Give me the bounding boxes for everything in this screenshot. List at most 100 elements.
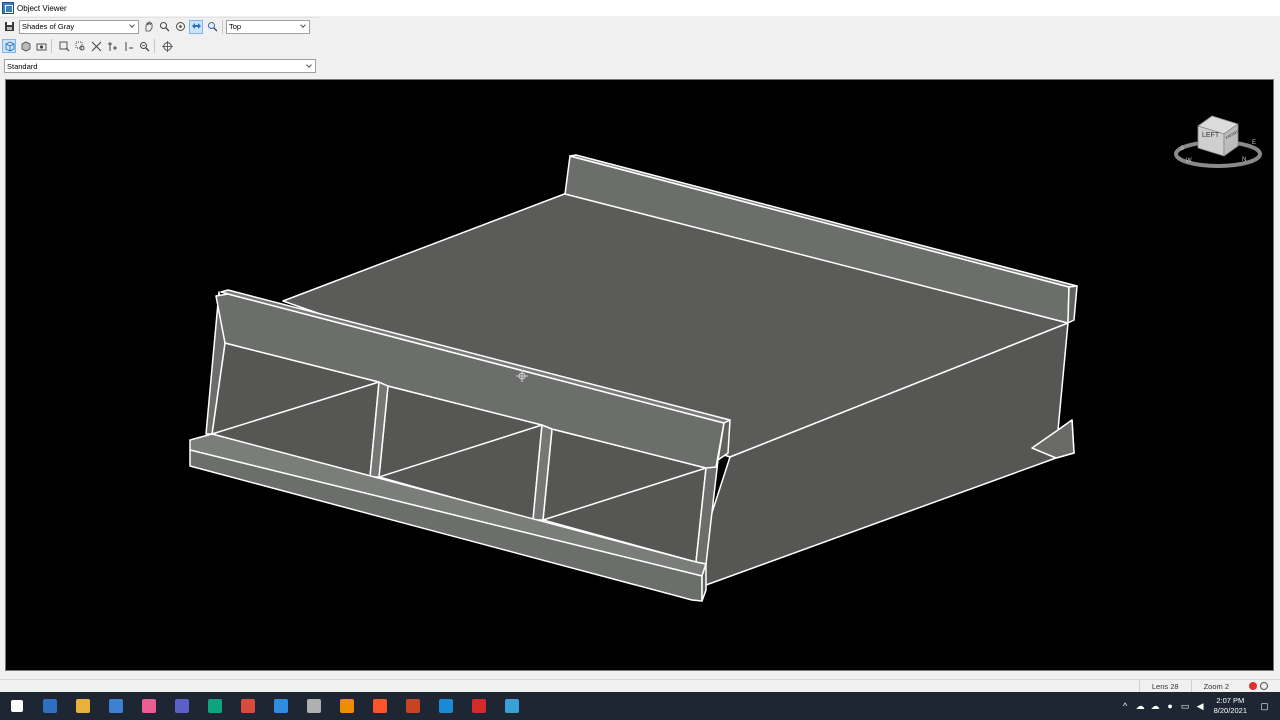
zoom-status: Zoom 2 [1190, 679, 1241, 693]
file-explorer-icon [75, 699, 90, 713]
ucs-select[interactable]: Standard [4, 59, 316, 73]
back-parapet-end [1067, 285, 1078, 324]
visual-style-select[interactable]: Shades of Gray [19, 19, 139, 34]
chevron-down-icon [129, 23, 136, 30]
visual-style-value: Shades of Gray [22, 22, 75, 31]
toolbar-row-1: Shades of Gray Top [0, 17, 320, 35]
zoom-extents-icon [59, 41, 69, 51]
powerpoint-icon [405, 699, 420, 713]
autocad-taskbar-button[interactable] [462, 692, 495, 720]
brave-taskbar-button[interactable] [363, 692, 396, 720]
zoom-realtime-icon [139, 41, 149, 51]
vlc-taskbar-button[interactable] [330, 692, 363, 720]
snowflake-icon [504, 699, 519, 713]
zoom-icon [159, 22, 169, 32]
edge-icon [438, 699, 453, 713]
taskbar-apps [0, 692, 528, 720]
wps-taskbar-button[interactable] [231, 692, 264, 720]
unity-icon [306, 699, 321, 713]
box-view-icon [5, 40, 14, 52]
object-viewer-app-icon [2, 2, 14, 14]
unity-taskbar-button[interactable] [297, 692, 330, 720]
ucs-value: Standard [7, 61, 38, 71]
teams-icon [174, 699, 189, 713]
zoom-out-button[interactable] [121, 39, 135, 53]
skype-taskbar-button[interactable] [264, 692, 297, 720]
viewcube[interactable]: LEFT FRONT S W N E [1172, 110, 1264, 172]
zoom-all-icon [91, 41, 101, 51]
pan-button[interactable] [141, 20, 155, 34]
orbit-button[interactable] [173, 20, 187, 34]
window-title: Object Viewer [17, 3, 67, 13]
volume-icon[interactable]: ◀ [1193, 692, 1208, 720]
camera-icon [36, 43, 46, 50]
store-taskbar-button[interactable] [99, 692, 132, 720]
zoom-in-icon [107, 41, 117, 51]
onedrive-icon[interactable]: ☁ [1133, 692, 1148, 720]
zoom-window-button[interactable] [205, 20, 219, 34]
3d-model [189, 154, 1078, 602]
chatgpt-icon [207, 699, 222, 713]
zoom-realtime-button[interactable] [137, 39, 151, 53]
itunes-icon [141, 699, 156, 713]
powerpoint-taskbar-button[interactable] [396, 692, 429, 720]
cloud-icon[interactable]: ☁ [1148, 692, 1163, 720]
chatgpt-taskbar-button[interactable] [198, 692, 231, 720]
chevron-down-icon [306, 63, 313, 70]
toolbar-separator [51, 39, 52, 53]
status-bar: Lens 28 Zoom 2 [0, 679, 1280, 693]
itunes-taskbar-button[interactable] [132, 692, 165, 720]
chevron-down-icon [300, 23, 307, 30]
toolbar-separator [222, 19, 223, 34]
news-taskbar-button[interactable] [33, 692, 66, 720]
snowflake-taskbar-button[interactable] [495, 692, 528, 720]
lens-status: Lens 28 [1138, 679, 1191, 693]
store-icon [108, 699, 123, 713]
microphone-icon[interactable]: ● [1163, 692, 1178, 720]
shade-icon [21, 41, 30, 51]
view-select[interactable]: Top [226, 19, 310, 34]
toolbar-separator [154, 39, 155, 53]
edge-taskbar-button[interactable] [429, 692, 462, 720]
notification-icon[interactable]: ▢ [1257, 692, 1272, 720]
pan-icon [145, 21, 152, 32]
title-bar: Object Viewer [0, 0, 1280, 16]
vlc-icon [339, 699, 354, 713]
box-view-button[interactable] [2, 39, 16, 53]
network-icon[interactable]: ▭ [1178, 692, 1193, 720]
teams-taskbar-button[interactable] [165, 692, 198, 720]
zoom-button[interactable] [157, 20, 171, 34]
windows-start-taskbar-button[interactable] [0, 692, 33, 720]
clock-time: 2:07 PM [1216, 696, 1245, 705]
compass-n-label: N [1242, 157, 1247, 163]
compass-e-label: E [1252, 140, 1257, 146]
crosshair-icon [161, 40, 173, 52]
3d-viewport[interactable]: LEFT FRONT S W N E [5, 79, 1274, 671]
file-explorer-taskbar-button[interactable] [66, 692, 99, 720]
save-icon [4, 22, 14, 31]
toolbar-row-2 [0, 37, 320, 55]
crosshair-button[interactable] [160, 39, 174, 53]
clock[interactable]: 2:07 PM 8/20/2021 [1208, 696, 1257, 716]
clock-date: 8/20/2021 [1213, 706, 1247, 715]
orbit-icon [175, 22, 185, 31]
view-value: Top [229, 22, 242, 31]
record-icon[interactable] [1249, 682, 1257, 690]
windows-start-icon [10, 700, 23, 712]
chevron-up-icon[interactable]: ^ [1118, 692, 1133, 720]
viewcube-left-label: LEFT [1202, 132, 1220, 139]
circle-icon[interactable] [1260, 682, 1268, 690]
zoom-extents-button[interactable] [57, 39, 71, 53]
save-button[interactable] [2, 20, 16, 34]
zoom-all-button[interactable] [89, 39, 103, 53]
skype-icon [273, 699, 288, 713]
zoom-in-button[interactable] [105, 39, 119, 53]
zoom-window-2-button[interactable] [73, 39, 87, 53]
wps-icon [240, 699, 255, 713]
zoom-window-icon [207, 22, 217, 32]
steering-button[interactable] [189, 19, 203, 34]
shade-button[interactable] [18, 39, 32, 53]
taskbar: ^ ☁ ☁ ● ▭ ◀ 2:07 PM 8/20/2021 ▢ [0, 692, 1280, 720]
camera-button[interactable] [34, 39, 48, 53]
autocad-icon [471, 699, 486, 713]
